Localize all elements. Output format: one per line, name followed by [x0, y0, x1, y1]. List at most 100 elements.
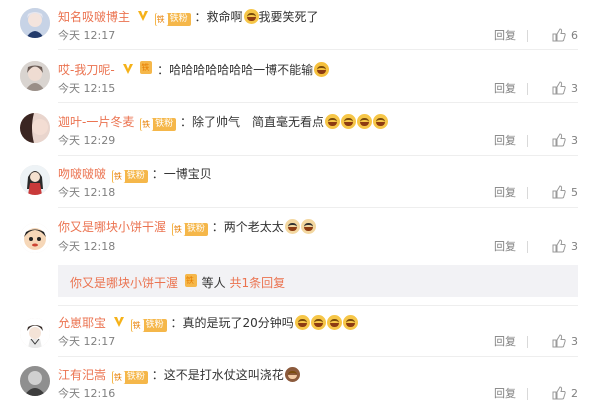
thumbs-up-icon[interactable]: [552, 386, 566, 400]
colon: ：: [194, 10, 207, 24]
fan-badge-label: 铁粉: [169, 14, 188, 24]
like-count: 6: [571, 29, 578, 42]
avatar[interactable]: [20, 318, 50, 348]
thumbs-up-icon[interactable]: [552, 133, 566, 147]
laugh-emoji-icon: [342, 315, 358, 330]
timestamp: 今天 12:29: [58, 134, 116, 147]
username[interactable]: 江有汜嵩: [58, 368, 106, 382]
colon: ：: [211, 220, 224, 234]
reply-button[interactable]: 回复: [494, 133, 516, 149]
timestamp: 今天 12:17: [58, 335, 116, 348]
fan-badge: 铁粉: [171, 223, 208, 236]
fan-badge-label: 铁粉: [145, 320, 164, 330]
fan-badge-label: 铁粉: [186, 224, 205, 234]
laugh-emoji-icon: [310, 315, 326, 330]
reply-button[interactable]: 回复: [494, 81, 516, 97]
thumbs-up-icon[interactable]: [552, 239, 566, 253]
timestamp: 今天 12:15: [58, 82, 116, 95]
divider: [58, 356, 578, 357]
divider: [58, 207, 578, 208]
like-count: 3: [571, 240, 578, 253]
cat-emoji-icon: [300, 219, 316, 234]
shh-emoji-icon: [314, 62, 330, 77]
comment-text-continued: 我要笑死了: [258, 10, 319, 24]
verified-icon: [137, 11, 148, 21]
fan-badge: 铁粉: [140, 118, 177, 131]
sub-reply-text: 等人: [201, 276, 226, 290]
timestamp: 今天 12:18: [58, 240, 116, 253]
comment-feed: 知名吸啵博主 铁粉 ：救命啊我要笑死了 今天 12:17 回复 6 哎-我刀呢-…: [0, 0, 592, 401]
like-count: 3: [571, 335, 578, 348]
colon: ：: [180, 115, 193, 129]
like-count: 2: [571, 387, 578, 400]
sub-reply-box[interactable]: 你又是哪块小饼干渥 等人 共1条回复: [58, 265, 578, 297]
username[interactable]: 知名吸啵博主: [58, 10, 130, 24]
timestamp: 今天 12:17: [58, 29, 116, 42]
colon: ：: [170, 316, 183, 330]
monkey-emoji-icon: [284, 367, 300, 382]
divider: [58, 305, 578, 306]
username[interactable]: 吻啵啵啵: [58, 167, 106, 181]
timestamp: 今天 12:16: [58, 387, 116, 400]
comment-text: 一博宝贝: [163, 167, 212, 181]
like-count: 3: [571, 82, 578, 95]
avatar[interactable]: [20, 61, 50, 91]
thumbs-up-icon[interactable]: [552, 334, 566, 348]
divider: [527, 30, 528, 42]
laugh-emoji-icon: [341, 114, 357, 129]
comment-text: 两个老太太: [223, 220, 284, 234]
username[interactable]: 允崽耶宝: [58, 316, 106, 330]
divider: [527, 83, 528, 95]
comment-text: 这不是打水仗这叫浇花: [163, 368, 284, 382]
like-count: 3: [571, 134, 578, 147]
fan-badge: 铁粉: [154, 13, 191, 26]
divider: [58, 102, 578, 103]
timestamp: 今天 12:18: [58, 186, 116, 199]
divider: [527, 241, 528, 253]
laugh-emoji-icon: [326, 315, 342, 330]
comment-text: 哈哈哈哈哈哈哈一博不能输: [169, 63, 314, 77]
reply-button[interactable]: 回复: [494, 185, 516, 201]
fan-badge-icon: [139, 61, 153, 74]
divider: [527, 187, 528, 199]
colon: ：: [151, 368, 164, 382]
verified-icon: [122, 64, 133, 74]
username[interactable]: 你又是哪块小饼干渥: [58, 220, 166, 234]
reply-button[interactable]: 回复: [494, 239, 516, 255]
reply-button[interactable]: 回复: [494, 28, 516, 44]
avatar[interactable]: [20, 8, 50, 38]
divider: [527, 388, 528, 400]
fan-badge: 铁粉: [111, 371, 148, 384]
laugh-emoji-icon: [357, 114, 373, 129]
laugh-emoji-icon: [373, 114, 389, 129]
like-count: 5: [571, 186, 578, 199]
avatar[interactable]: [20, 223, 50, 253]
divider: [58, 155, 578, 156]
thumbs-up-icon[interactable]: [552, 28, 566, 42]
view-replies-link[interactable]: 共1条回复: [230, 276, 286, 290]
username[interactable]: 迦叶-一片冬麦: [58, 115, 134, 129]
reply-button[interactable]: 回复: [494, 386, 516, 402]
sub-reply-username[interactable]: 你又是哪块小饼干渥: [70, 276, 178, 290]
fan-badge-label: 铁粉: [126, 372, 145, 382]
verified-icon: [113, 317, 124, 327]
divider: [527, 336, 528, 348]
avatar[interactable]: [20, 113, 50, 143]
comment-text: 除了帅气 简直毫无看点: [192, 115, 325, 129]
comment-text: 真的是玩了20分钟吗: [182, 316, 294, 330]
reply-button[interactable]: 回复: [494, 334, 516, 350]
thumbs-up-icon[interactable]: [552, 81, 566, 95]
avatar[interactable]: [20, 366, 50, 396]
fan-badge-label: 铁粉: [126, 171, 145, 181]
colon: ：: [157, 63, 170, 77]
username[interactable]: 哎-我刀呢-: [58, 63, 115, 77]
laugh-emoji-icon: [294, 315, 310, 330]
fan-badge: 铁粉: [111, 170, 148, 183]
divider: [58, 49, 578, 50]
colon: ：: [151, 167, 164, 181]
avatar[interactable]: [20, 165, 50, 195]
thumbs-up-icon[interactable]: [552, 185, 566, 199]
comment-text: 救命啊: [206, 10, 243, 24]
fan-badge: 铁粉: [130, 319, 167, 332]
fan-badge-label: 铁粉: [155, 119, 174, 129]
